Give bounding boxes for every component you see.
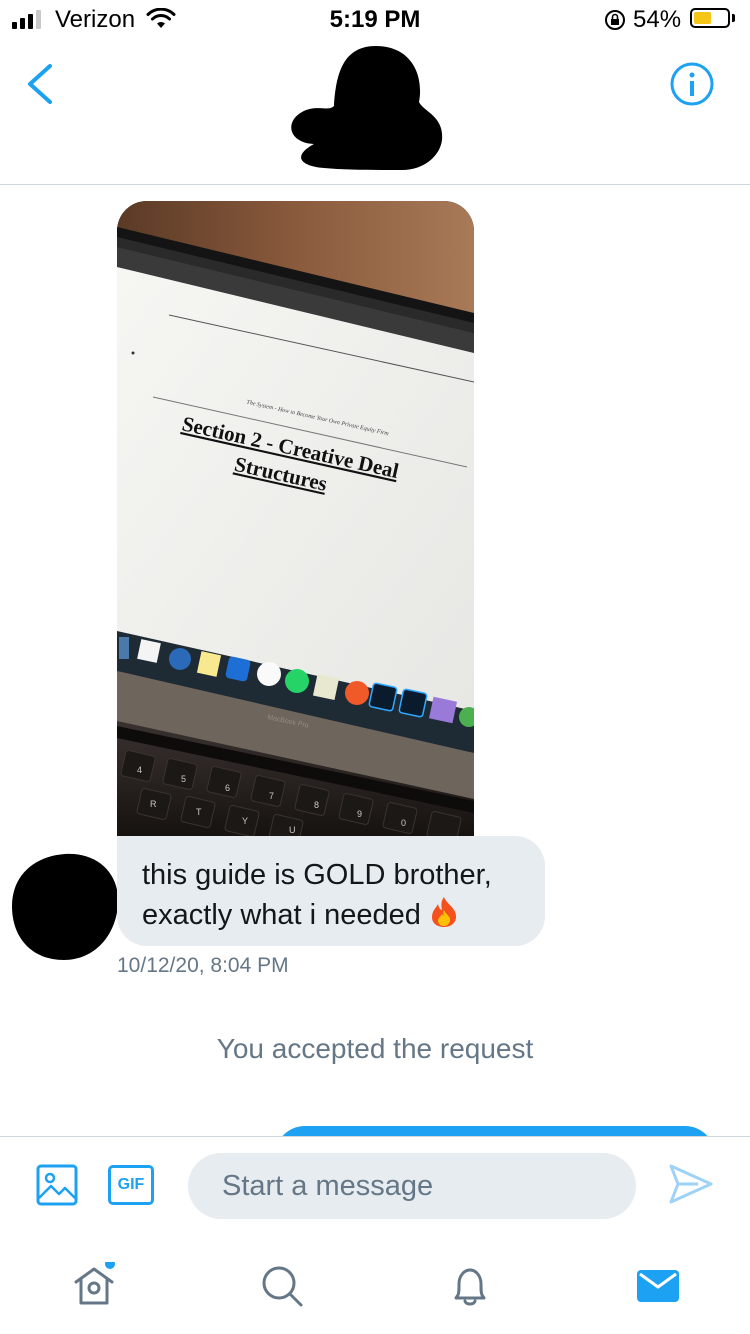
rotation-lock-icon bbox=[605, 10, 625, 30]
svg-text:T: T bbox=[196, 807, 202, 817]
svg-text:0: 0 bbox=[401, 818, 406, 828]
sender-avatar[interactable] bbox=[10, 850, 120, 962]
request-accepted-notice: You accepted the request bbox=[216, 1033, 534, 1064]
svg-text:5: 5 bbox=[181, 774, 186, 784]
battery-level bbox=[694, 12, 712, 24]
battery-icon bbox=[690, 8, 730, 28]
header-divider bbox=[0, 184, 750, 185]
laptop-photo-image: The System - How to Become Your Own Priv… bbox=[117, 201, 474, 841]
messages-tab-icon[interactable] bbox=[634, 1262, 682, 1310]
back-button[interactable] bbox=[22, 62, 58, 106]
svg-text:7: 7 bbox=[269, 791, 274, 801]
battery-tip bbox=[732, 14, 735, 22]
gif-button[interactable]: GIF bbox=[108, 1165, 154, 1205]
status-bar: Verizon 5:19 PM 54% bbox=[0, 0, 750, 40]
message-timestamp: 10/12/20, 8:04 PM bbox=[117, 954, 289, 977]
battery-percent: 54% bbox=[633, 6, 682, 33]
svg-text:4: 4 bbox=[137, 765, 142, 775]
info-icon[interactable] bbox=[668, 60, 716, 108]
svg-text:U: U bbox=[289, 825, 296, 835]
conversation-avatar[interactable] bbox=[284, 40, 444, 172]
svg-text:R: R bbox=[150, 799, 157, 809]
shared-photo[interactable]: The System - How to Become Your Own Priv… bbox=[117, 201, 474, 841]
home-tab-icon[interactable] bbox=[70, 1262, 118, 1310]
svg-text:8: 8 bbox=[314, 800, 319, 810]
svg-text:Y: Y bbox=[242, 816, 248, 826]
notifications-tab-icon[interactable] bbox=[446, 1262, 494, 1310]
svg-text:9: 9 bbox=[357, 809, 362, 819]
message-line-2: exactly what i needed bbox=[142, 895, 521, 935]
message-line-2-text: exactly what i needed bbox=[142, 899, 421, 931]
message-input[interactable] bbox=[188, 1153, 636, 1219]
message-bubble[interactable]: this guide is GOLD brother, exactly what… bbox=[117, 836, 545, 946]
message-line-1: this guide is GOLD brother, bbox=[142, 859, 492, 891]
search-tab-icon[interactable] bbox=[258, 1262, 306, 1310]
image-icon[interactable] bbox=[36, 1164, 78, 1206]
svg-text:6: 6 bbox=[225, 783, 230, 793]
send-icon[interactable] bbox=[668, 1163, 714, 1205]
fire-icon bbox=[431, 897, 456, 927]
